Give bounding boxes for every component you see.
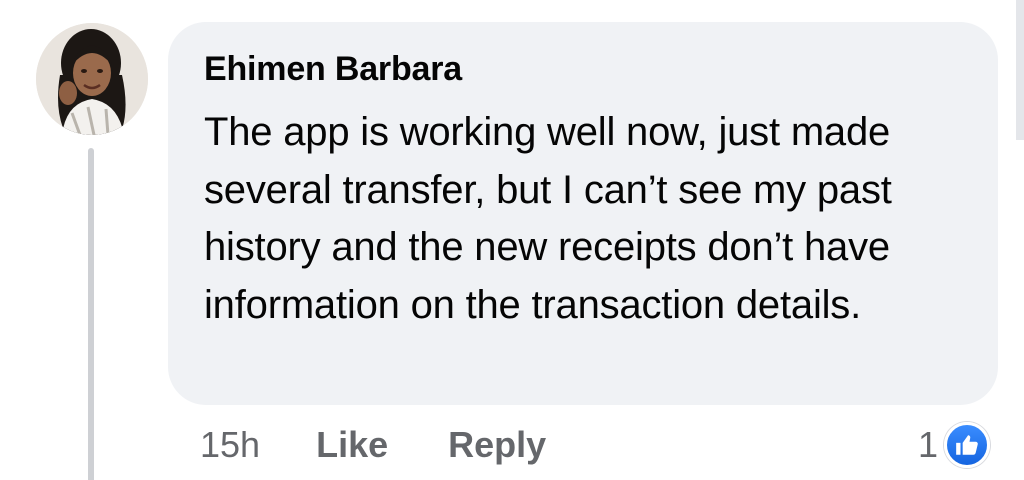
reply-button[interactable]: Reply: [448, 424, 546, 466]
profile-photo: [36, 23, 148, 135]
comment-text: The app is working well now, just made s…: [204, 110, 892, 327]
reaction-summary[interactable]: 1: [918, 420, 991, 470]
reply-thread-line: [88, 148, 94, 480]
comment-bubble: Ehimen Barbara The app is working well n…: [168, 22, 998, 405]
scrollbar-thumb[interactable]: [1016, 0, 1024, 140]
comment-actions: 15h Like Reply: [200, 420, 546, 470]
comment-timestamp[interactable]: 15h: [200, 424, 260, 466]
reaction-count: 1: [918, 424, 939, 465]
avatar[interactable]: [36, 23, 148, 135]
comment-author-name[interactable]: Ehimen Barbara: [204, 50, 462, 89]
thumbs-up-icon: [944, 422, 991, 468]
like-button[interactable]: Like: [316, 424, 388, 466]
